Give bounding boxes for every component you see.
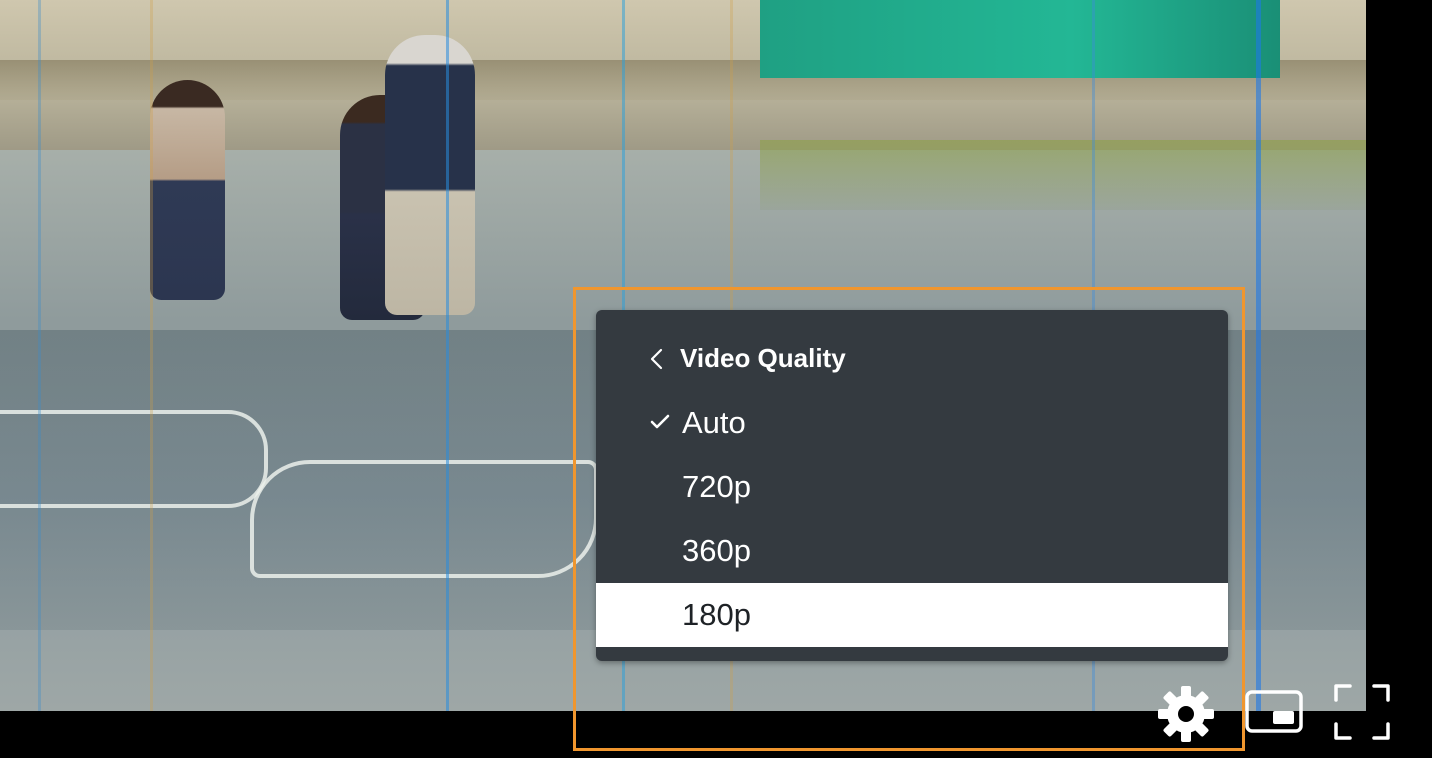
quality-option-label: 360p xyxy=(682,533,751,568)
quality-option-label: 180p xyxy=(682,597,751,632)
video-scene-person xyxy=(385,35,475,315)
fullscreen-button[interactable] xyxy=(1332,682,1392,742)
picture-in-picture-icon xyxy=(1245,690,1303,733)
video-artifact-line xyxy=(150,0,153,711)
video-artifact-line xyxy=(38,0,41,711)
control-bar xyxy=(0,711,1432,758)
video-scene-person xyxy=(150,80,225,300)
video-scene-grass xyxy=(760,140,1366,210)
menu-title: Video Quality xyxy=(680,343,846,373)
quality-option-auto[interactable]: Auto xyxy=(596,391,1228,455)
gear-icon xyxy=(1158,686,1214,742)
chevron-left-icon xyxy=(650,348,663,370)
quality-option-180p[interactable]: 180p xyxy=(596,583,1228,647)
fullscreen-icon xyxy=(1334,684,1390,740)
video-scene-road-marking xyxy=(250,460,598,578)
quality-option-360p[interactable]: 360p xyxy=(596,519,1228,583)
picture-in-picture-button[interactable] xyxy=(1244,688,1304,738)
quality-option-label: Auto xyxy=(682,405,746,440)
video-player: Video Quality Auto 720p 360p 180p xyxy=(0,0,1432,758)
video-quality-menu: Video Quality Auto 720p 360p 180p xyxy=(596,310,1228,661)
video-scene-green-container xyxy=(760,0,1280,78)
video-quality-back-button[interactable]: Video Quality xyxy=(596,326,1228,390)
quality-option-720p[interactable]: 720p xyxy=(596,455,1228,519)
quality-option-label: 720p xyxy=(682,469,751,504)
video-artifact-line xyxy=(1256,0,1261,711)
checkmark-icon xyxy=(650,414,670,429)
settings-button[interactable] xyxy=(1156,684,1216,744)
video-artifact-line xyxy=(446,0,449,711)
